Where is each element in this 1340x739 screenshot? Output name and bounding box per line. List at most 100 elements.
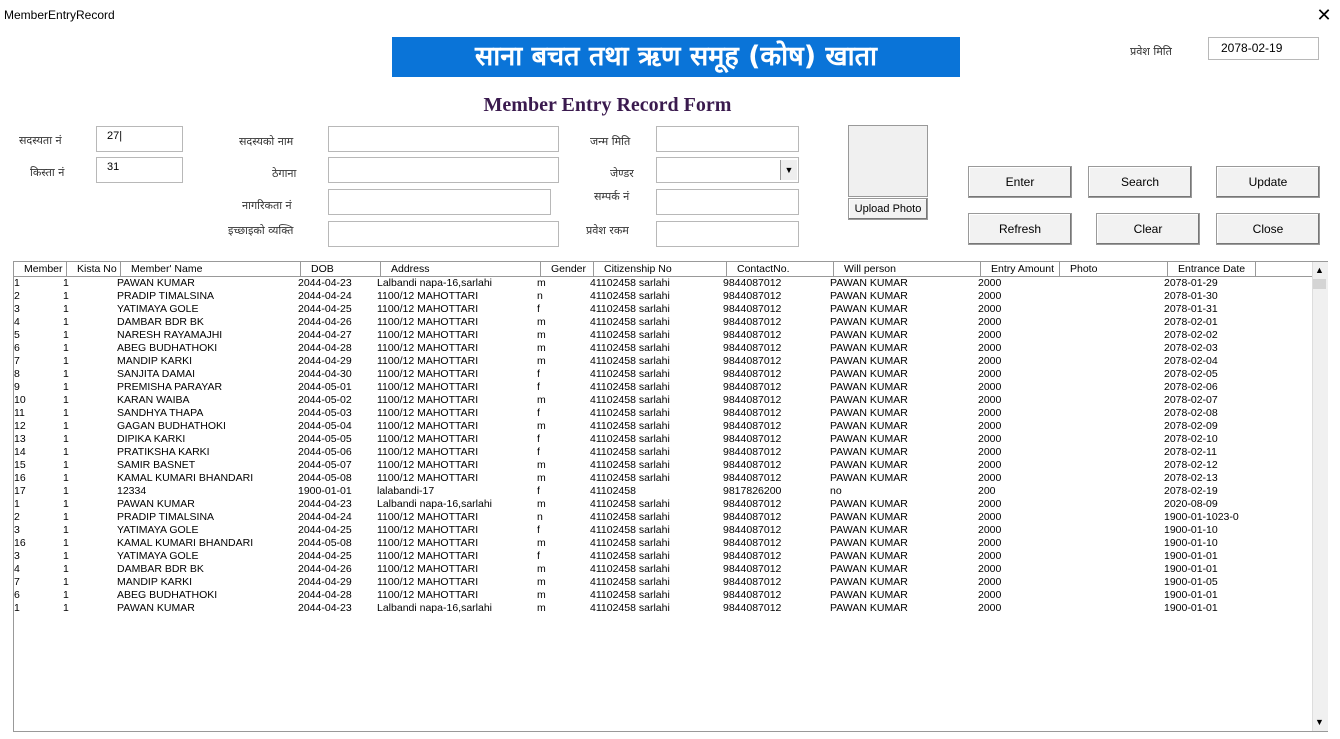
table-cell: 1 (63, 602, 69, 614)
column-header[interactable]: Member' Name (121, 262, 301, 276)
will-person-field[interactable] (328, 221, 559, 247)
table-cell: m (537, 537, 546, 549)
column-header[interactable]: Citizenship No (594, 262, 727, 276)
upload-photo-button[interactable]: Upload Photo (848, 198, 928, 220)
member-no-field[interactable]: 27| (96, 126, 183, 152)
scroll-up-icon[interactable]: ▲ (1312, 263, 1327, 278)
table-cell: 2000 (978, 394, 1002, 406)
update-button[interactable]: Update (1216, 166, 1320, 198)
table-row[interactable]: 8 1 SANJITA DAMAI 2044-04-30 1100/12 MAHOTTA… (14, 368, 1312, 381)
table-row[interactable]: 12 1 GAGAN BUDHATHOKI 2044-05-04 1100/12 MAH… (14, 420, 1312, 433)
kista-no-field[interactable]: 31 (96, 157, 183, 183)
table-cell: DAMBAR BDR BK (117, 563, 204, 575)
table-cell: m (537, 576, 546, 588)
column-header[interactable]: ContactNo. (727, 262, 834, 276)
column-header[interactable]: Will person (834, 262, 981, 276)
refresh-button[interactable]: Refresh (968, 213, 1072, 245)
table-row[interactable]: 6 1 ABEG BUDHATHOKI 2044-04-28 1100/12 MAHOT… (14, 342, 1312, 355)
column-header[interactable]: Kista No (67, 262, 121, 276)
window-title: MemberEntryRecord (4, 8, 115, 22)
column-header[interactable]: Entry Amount (981, 262, 1060, 276)
search-button[interactable]: Search (1088, 166, 1192, 198)
table-row[interactable]: 17 1 12334 1900-01-01 lalabandi-17 f 41102458 9… (14, 485, 1312, 498)
table-cell: 9844087012 (723, 446, 782, 458)
table-row[interactable]: 13 1 DIPIKA KARKI 2044-05-05 1100/12 MAHOTTA… (14, 433, 1312, 446)
column-header[interactable]: Gender (541, 262, 594, 276)
table-cell: 41102458 sarlahi (590, 433, 670, 445)
column-header[interactable]: Member N (14, 262, 67, 276)
gender-select[interactable] (656, 157, 799, 183)
scroll-down-icon[interactable]: ▼ (1312, 715, 1327, 730)
address-field[interactable] (328, 157, 559, 183)
enter-button[interactable]: Enter (968, 166, 1072, 198)
clear-button[interactable]: Clear (1096, 213, 1200, 245)
table-cell: PAWAN KUMAR (117, 498, 195, 510)
table-cell (1056, 576, 1166, 589)
member-name-field[interactable] (328, 126, 559, 152)
table-row[interactable]: 9 1 PREMISHA PARAYAR 2044-05-01 1100/12 MAHO… (14, 381, 1312, 394)
table-row[interactable]: 5 1 NARESH RAYAMAJHI 2044-04-27 1100/12 MAHO… (14, 329, 1312, 342)
table-row[interactable]: 3 1 YATIMAYA GOLE 2044-04-25 1100/12 MAHOTTA… (14, 550, 1312, 563)
table-row[interactable]: 16 1 KAMAL KUMARI BHANDARI 2044-05-08 1100/1… (14, 537, 1312, 550)
table-row[interactable]: 7 1 MANDIP KARKI 2044-04-29 1100/12 MAHOTTAR… (14, 576, 1312, 589)
table-cell (1056, 537, 1166, 550)
entry-date-label: प्रवेश मिति (1130, 45, 1172, 58)
column-header[interactable]: Entrance Date (1168, 262, 1256, 276)
table-cell: m (537, 589, 546, 601)
table-cell: 2044-05-01 (298, 381, 352, 393)
contact-field[interactable] (656, 189, 799, 215)
table-row[interactable]: 1 1 PAWAN KUMAR 2044-04-23 Lalbandi napa-16,… (14, 498, 1312, 511)
entry-date-field[interactable]: 2078-02-19 (1208, 37, 1319, 60)
table-cell: PAWAN KUMAR (830, 602, 908, 614)
table-cell: 9844087012 (723, 316, 782, 328)
entry-amount-field[interactable] (656, 221, 799, 247)
column-header[interactable]: DOB (301, 262, 381, 276)
table-cell: 9844087012 (723, 498, 782, 510)
table-row[interactable]: 7 1 MANDIP KARKI 2044-04-29 1100/12 MAHOTTAR… (14, 355, 1312, 368)
table-row[interactable]: 11 1 SANDHYA THAPA 2044-05-03 1100/12 MAHOTT… (14, 407, 1312, 420)
table-row[interactable]: 1 1 PAWAN KUMAR 2044-04-23 Lalbandi napa-16,… (14, 277, 1312, 290)
table-row[interactable]: 16 1 KAMAL KUMARI BHANDARI 2044-05-08 1100/1… (14, 472, 1312, 485)
table-cell: 2078-01-30 (1164, 290, 1218, 302)
table-row[interactable]: 2 1 PRADIP TIMALSINA 2044-04-24 1100/12 MAHO… (14, 290, 1312, 303)
table-row[interactable]: 3 1 YATIMAYA GOLE 2044-04-25 1100/12 MAHOTTA… (14, 524, 1312, 537)
table-cell: 2078-02-07 (1164, 394, 1218, 406)
table-cell: 9817826200 (723, 485, 782, 497)
table-cell: m (537, 329, 546, 341)
table-cell: 9844087012 (723, 420, 782, 432)
column-header[interactable]: Address (381, 262, 541, 276)
table-cell: 1 (63, 433, 69, 445)
citizenship-field[interactable] (328, 189, 551, 215)
group-account-banner: साना बचत तथा ऋण समूह (कोष) खाता (392, 37, 960, 77)
table-cell: 2044-04-27 (298, 329, 352, 341)
table-cell: f (537, 524, 540, 536)
table-row[interactable]: 15 1 SAMIR BASNET 2044-05-07 1100/12 MAHOTTA… (14, 459, 1312, 472)
table-cell (1056, 459, 1166, 472)
table-row[interactable]: 3 1 YATIMAYA GOLE 2044-04-25 1100/12 MAHOTTA… (14, 303, 1312, 316)
chevron-down-icon[interactable]: ▼ (780, 160, 797, 180)
column-header[interactable]: Photo (1060, 262, 1168, 276)
table-row[interactable]: 4 1 DAMBAR BDR BK 2044-04-26 1100/12 MAHOTTA… (14, 563, 1312, 576)
vertical-scrollbar[interactable] (1312, 262, 1328, 731)
table-cell: 9844087012 (723, 433, 782, 445)
table-cell: 2044-05-08 (298, 472, 352, 484)
table-cell: f (537, 407, 540, 419)
table-cell: 2000 (978, 329, 1002, 341)
table-cell (1056, 602, 1166, 615)
table-row[interactable]: 14 1 PRATIKSHA KARKI 2044-05-06 1100/12 MAHO… (14, 446, 1312, 459)
dob-field[interactable] (656, 126, 799, 152)
close-button[interactable]: Close (1216, 213, 1320, 245)
scrollbar-thumb[interactable] (1313, 279, 1326, 289)
table-cell: f (537, 446, 540, 458)
table-cell: 2044-04-29 (298, 576, 352, 588)
table-cell: 1 (63, 420, 69, 432)
table-row[interactable]: 4 1 DAMBAR BDR BK 2044-04-26 1100/12 MAHOTTA… (14, 316, 1312, 329)
close-window-icon[interactable]: ✕ (1314, 5, 1334, 25)
table-cell (1056, 368, 1166, 381)
table-cell: 1 (63, 563, 69, 575)
table-row[interactable]: 6 1 ABEG BUDHATHOKI 2044-04-28 1100/12 MAHOT… (14, 589, 1312, 602)
table-row[interactable]: 2 1 PRADIP TIMALSINA 2044-04-24 1100/12 MAHO… (14, 511, 1312, 524)
table-row[interactable]: 1 1 PAWAN KUMAR 2044-04-23 Lalbandi napa-16,… (14, 602, 1312, 615)
table-cell: 2078-02-02 (1164, 329, 1218, 341)
table-row[interactable]: 10 1 KARAN WAIBA 2044-05-02 1100/12 MAHOTTAR… (14, 394, 1312, 407)
